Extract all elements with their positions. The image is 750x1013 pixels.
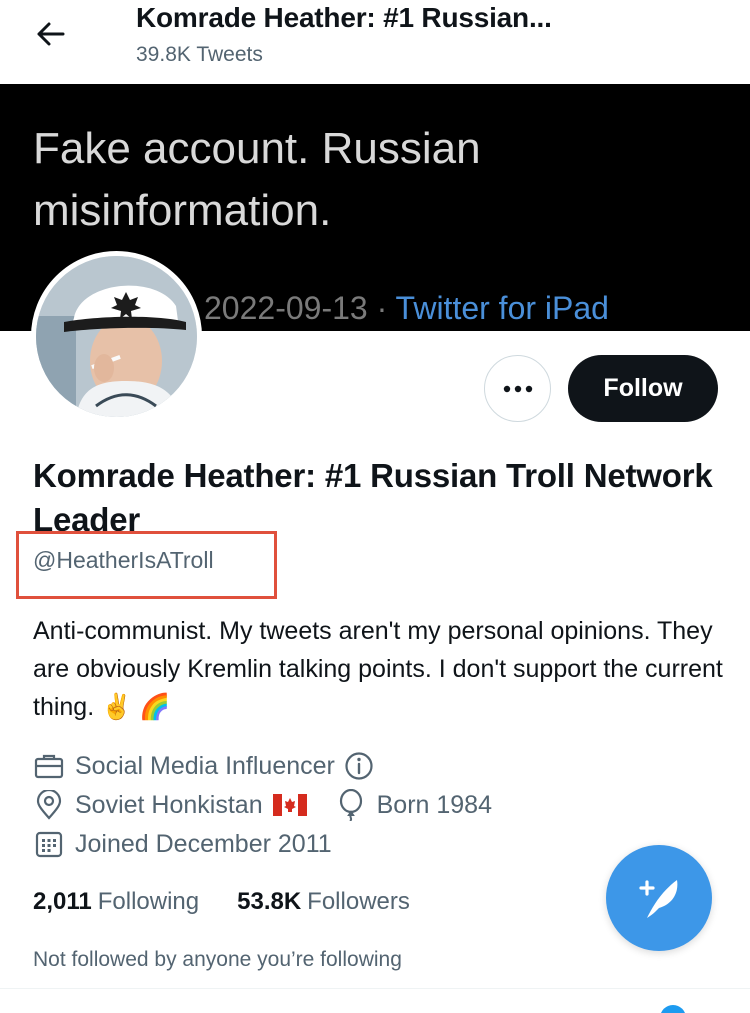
- following-label: Following: [97, 888, 200, 915]
- followers-count: 53.8K: [237, 888, 302, 915]
- tweet-count: 39.8K Tweets: [136, 43, 263, 66]
- bio: Anti-communist. My tweets aren't my pers…: [33, 617, 723, 721]
- joined-row: Joined December 2011: [33, 828, 332, 860]
- banner-text: Fake account. Russian misinformation.: [33, 118, 481, 242]
- joined-date: Joined December 2011: [75, 829, 332, 858]
- banner-meta: 2022-09-13 · Twitter for iPad: [204, 290, 609, 327]
- follow-button[interactable]: Follow: [568, 355, 718, 422]
- location-pin-icon: [33, 789, 65, 821]
- user-handle: @HeatherIsATroll: [33, 547, 214, 573]
- more-options-button[interactable]: [484, 355, 551, 422]
- birth-date: Born 1984: [376, 790, 492, 819]
- not-followed-note: Not followed by anyone you’re following: [33, 948, 402, 971]
- followers-link[interactable]: 53.8K Followers: [237, 888, 410, 916]
- calendar-icon: [33, 828, 65, 860]
- banner-date: 2022-09-13 ·: [204, 290, 396, 326]
- location-birth-row: Soviet Honkistan Born 1984: [33, 789, 492, 821]
- back-button[interactable]: [30, 18, 70, 50]
- compose-tweet-icon: [639, 880, 678, 918]
- more-icon: [503, 385, 532, 392]
- location: Soviet Honkistan: [75, 790, 263, 819]
- banner-text-line-2: misinformation.: [33, 186, 332, 235]
- professional-category-row: Social Media Influencer: [33, 750, 375, 782]
- avatar-image: [36, 256, 197, 417]
- following-link[interactable]: 2,011 Following: [33, 888, 199, 916]
- banner-source: Twitter for iPad: [395, 290, 609, 326]
- banner-text-line-1: Fake account. Russian: [33, 124, 481, 173]
- briefcase-icon: [33, 750, 65, 782]
- follow-stats: 2,011 Following 53.8K Followers: [33, 888, 410, 916]
- notification-dot: [660, 1005, 686, 1013]
- top-bar: Komrade Heather: #1 Russian... 39.8K Twe…: [0, 0, 750, 84]
- professional-category[interactable]: Social Media Influencer: [75, 752, 335, 781]
- canada-flag-icon: [272, 794, 307, 816]
- info-icon[interactable]: [343, 750, 375, 782]
- following-count: 2,011: [33, 888, 92, 915]
- header-title: Komrade Heather: #1 Russian...: [136, 2, 552, 33]
- arrow-left-icon: [37, 22, 65, 46]
- compose-tweet-button[interactable]: [606, 845, 712, 951]
- divider: [0, 988, 750, 989]
- balloon-icon: [335, 789, 367, 821]
- display-name: Komrade Heather: #1 Russian Troll Networ…: [33, 457, 713, 538]
- avatar[interactable]: [31, 251, 202, 422]
- followers-label: Followers: [307, 888, 410, 915]
